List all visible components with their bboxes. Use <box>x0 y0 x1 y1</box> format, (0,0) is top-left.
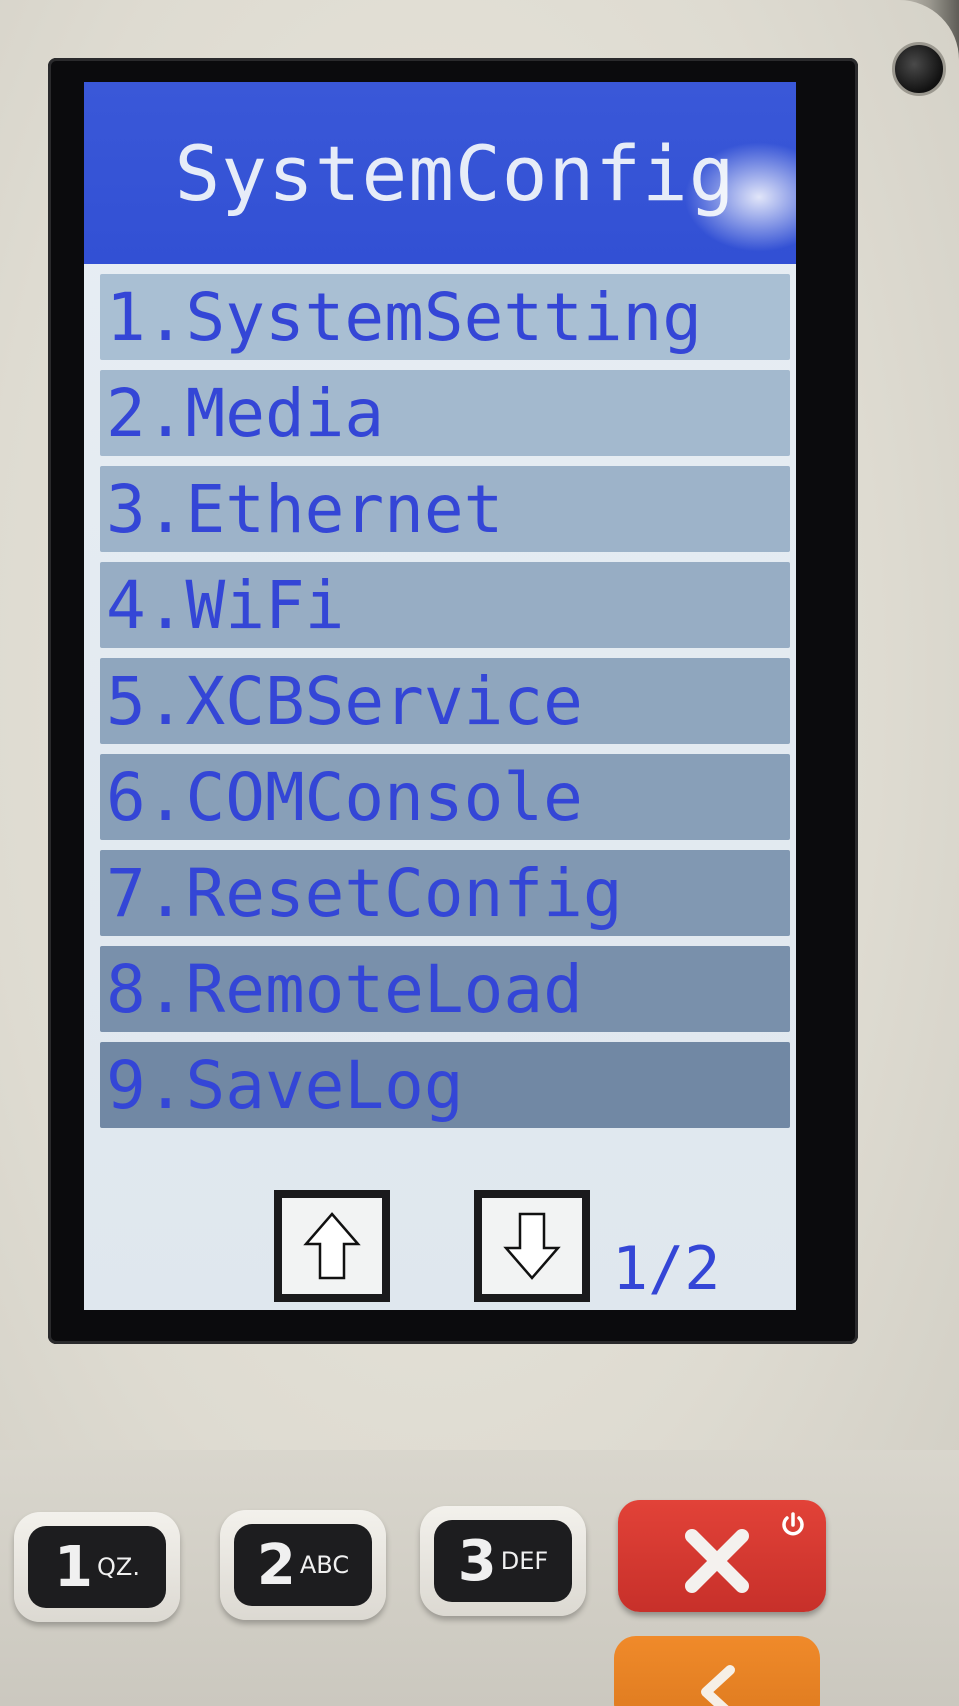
menu-item-label: 2.Media <box>106 374 385 452</box>
menu-list: 1.SystemSetting 2.Media 3.Ethernet 4.WiFi 5.… <box>100 274 790 1138</box>
clear-button[interactable] <box>614 1636 820 1706</box>
key-letters: ABC <box>299 1551 350 1579</box>
arrow-down-icon <box>503 1212 561 1280</box>
menu-item[interactable]: 3.Ethernet <box>100 466 790 552</box>
keypad: 1 QZ. 2 ABC 3 DEF <box>0 1450 959 1706</box>
menu-item[interactable]: 2.Media <box>100 370 790 456</box>
key-letters: DEF <box>500 1547 549 1575</box>
key-2[interactable]: 2 ABC <box>220 1510 386 1620</box>
payment-terminal: SystemConfig 1.SystemSetting 2.Media 3.Eth… <box>0 0 959 1706</box>
menu-item-label: 3.Ethernet <box>106 470 504 548</box>
key-digit: 2 <box>256 1532 296 1598</box>
menu-item[interactable]: 7.ResetConfig <box>100 850 790 936</box>
page-indicator: 1/2 <box>612 1234 721 1304</box>
menu-item-label: 7.ResetConfig <box>106 854 623 932</box>
power-icon <box>782 1512 804 1536</box>
page-up-button[interactable] <box>274 1190 390 1302</box>
menu-item-label: 5.XCBService <box>106 662 583 740</box>
menu-item-label: 9.SaveLog <box>106 1046 464 1124</box>
menu-item-label: 6.COMConsole <box>106 758 583 836</box>
menu-item-label: 8.RemoteLoad <box>106 950 583 1028</box>
key-3[interactable]: 3 DEF <box>420 1506 586 1616</box>
terminal-screen: SystemConfig 1.SystemSetting 2.Media 3.Eth… <box>84 82 796 1310</box>
menu-item[interactable]: 5.XCBService <box>100 658 790 744</box>
menu-item[interactable]: 9.SaveLog <box>100 1042 790 1128</box>
key-digit: 3 <box>457 1528 497 1594</box>
menu-item-label: 1.SystemSetting <box>106 278 703 356</box>
page-navigation: 1/2 <box>84 1190 796 1310</box>
menu-item[interactable]: 1.SystemSetting <box>100 274 790 360</box>
cancel-button[interactable] <box>618 1500 826 1612</box>
menu-item[interactable]: 8.RemoteLoad <box>100 946 790 1032</box>
menu-item[interactable]: 6.COMConsole <box>100 754 790 840</box>
menu-item[interactable]: 4.WiFi <box>100 562 790 648</box>
arrow-up-icon <box>303 1212 361 1280</box>
camera-lens-icon <box>892 42 946 96</box>
key-1[interactable]: 1 QZ. <box>14 1512 180 1622</box>
title-bar: SystemConfig <box>84 82 796 264</box>
page-down-button[interactable] <box>474 1190 590 1302</box>
key-letters: QZ. <box>97 1553 140 1581</box>
key-digit: 1 <box>54 1534 93 1600</box>
menu-item-label: 4.WiFi <box>106 566 345 644</box>
clear-icon <box>701 1665 735 1706</box>
page-title: SystemConfig <box>174 128 736 218</box>
